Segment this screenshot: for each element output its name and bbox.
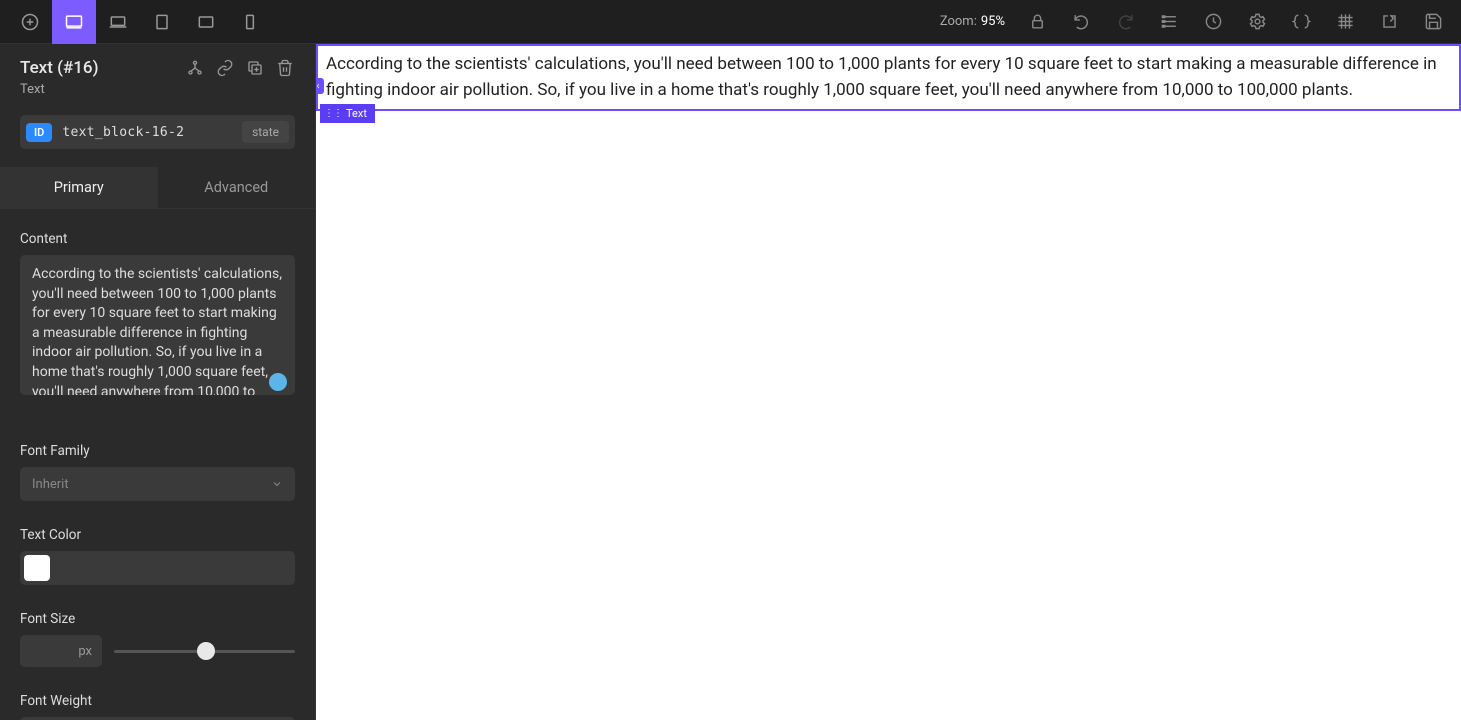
drag-handle-left[interactable]: ‹ (316, 78, 324, 94)
code-icon[interactable] (1281, 0, 1321, 44)
font-family-label: Font Family (20, 443, 295, 459)
canvas-text-content[interactable]: According to the scientists' calculation… (326, 52, 1451, 103)
chevron-down-icon (271, 478, 283, 490)
history-icon[interactable] (1193, 0, 1233, 44)
font-family-value: Inherit (32, 477, 69, 492)
text-color-label: Text Color (20, 527, 295, 543)
state-button[interactable]: state (242, 121, 289, 143)
content-label: Content (20, 231, 295, 247)
font-family-select[interactable]: Inherit (20, 467, 295, 501)
drag-dots-icon: ⋮⋮ (324, 108, 342, 119)
color-swatch[interactable] (24, 555, 50, 581)
selected-text-element[interactable]: According to the scientists' calculation… (316, 44, 1461, 111)
lock-icon[interactable] (1017, 0, 1057, 44)
device-desktop-button[interactable] (52, 0, 96, 44)
tab-advanced[interactable]: Advanced (158, 167, 316, 208)
tab-primary[interactable]: Primary (0, 167, 158, 208)
link-icon[interactable] (215, 58, 235, 78)
duplicate-icon[interactable] (245, 58, 265, 78)
content-textarea[interactable] (20, 255, 295, 395)
element-type: Text (20, 82, 295, 97)
save-button[interactable] (1413, 0, 1453, 44)
delete-icon[interactable] (275, 58, 295, 78)
top-toolbar: Zoom: 95% (0, 0, 1461, 44)
device-tablet-button[interactable] (140, 0, 184, 44)
export-icon[interactable] (1369, 0, 1409, 44)
undo-button[interactable] (1061, 0, 1101, 44)
zoom-display[interactable]: Zoom: 95% (940, 14, 1005, 29)
font-size-label: Font Size (20, 611, 295, 627)
font-weight-label: Font Weight (20, 693, 295, 709)
font-size-slider[interactable] (114, 635, 295, 667)
device-mobile-button[interactable] (228, 0, 272, 44)
font-size-unit: px (78, 644, 92, 659)
canvas[interactable]: According to the scientists' calculation… (316, 44, 1461, 720)
element-title: Text (#16) (20, 58, 99, 78)
element-id-value[interactable]: text_block-16-2 (62, 125, 242, 140)
element-badge-label: Text (346, 107, 367, 120)
text-color-input[interactable] (20, 551, 295, 585)
id-badge: ID (26, 123, 52, 142)
grammar-icon[interactable] (269, 373, 287, 391)
font-size-input[interactable]: px (20, 635, 102, 667)
redo-button[interactable] (1105, 0, 1145, 44)
device-laptop-button[interactable] (96, 0, 140, 44)
sidebar-tabs: Primary Advanced (0, 167, 315, 209)
zoom-label: Zoom: (940, 14, 977, 29)
element-id-row: ID text_block-16-2 state (20, 115, 295, 149)
tree-icon[interactable] (185, 58, 205, 78)
element-badge[interactable]: ⋮⋮ Text (320, 104, 375, 123)
grid-icon[interactable] (1325, 0, 1365, 44)
settings-icon[interactable] (1237, 0, 1277, 44)
add-button[interactable] (8, 0, 52, 44)
structure-icon[interactable] (1149, 0, 1189, 44)
properties-sidebar: Text (#16) Text ID text_block-16-2 state… (0, 44, 316, 720)
device-tablet-landscape-button[interactable] (184, 0, 228, 44)
slider-thumb[interactable] (197, 642, 215, 660)
zoom-value: 95% (981, 14, 1005, 29)
